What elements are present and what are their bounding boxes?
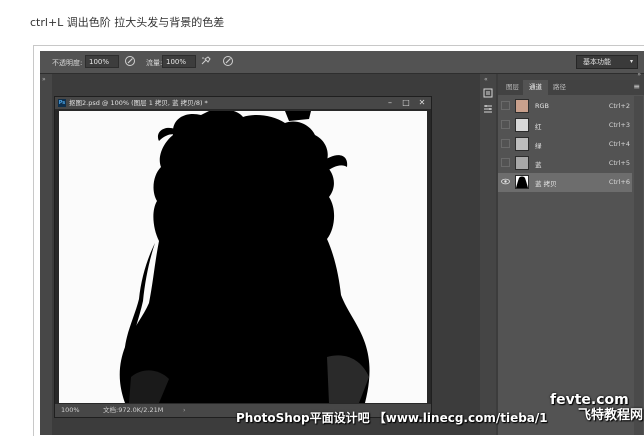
options-bar: 不透明度: 100% 流量: 100% 基本功能 ▾ [40, 51, 644, 74]
document-size: 文档:972.0K/2.21M [103, 406, 164, 414]
tab-layers[interactable]: 图层 [500, 80, 525, 95]
tab-channels[interactable]: 通道 [523, 80, 548, 95]
channel-shortcut: Ctrl+2 [608, 102, 630, 110]
pressure-size-icon[interactable] [222, 55, 234, 67]
flow-label: 流量: [146, 59, 163, 67]
workspace-label: 基本功能 [583, 58, 611, 66]
channel-row-blue-copy[interactable]: 蓝 拷贝 Ctrl+6 [498, 173, 632, 192]
visibility-toggle[interactable] [501, 158, 510, 167]
properties-panel-icon[interactable] [483, 104, 493, 114]
channels-panel: » 图层 通道 路径 ≡ RGB Ctrl+2 红 Ctrl+3 绿 Ctrl+… [498, 71, 644, 435]
channel-row-blue[interactable]: 蓝 Ctrl+5 [498, 154, 632, 173]
collapse-arrows-icon[interactable]: » [637, 71, 641, 78]
photoshop-window: 不透明度: 100% 流量: 100% 基本功能 ▾ » Ps 抠图2.psd … [40, 51, 644, 435]
eye-icon[interactable] [501, 177, 510, 186]
channel-name: RGB [535, 102, 550, 110]
channel-thumbnail [515, 99, 529, 113]
silhouette-image [59, 111, 427, 403]
article-caption: ctrl+L 调出色阶 拉大头发与背景的色差 [30, 16, 225, 29]
channel-thumbnail [515, 175, 529, 189]
channel-row-red[interactable]: 红 Ctrl+3 [498, 116, 632, 135]
panel-scrollbar[interactable] [634, 96, 643, 435]
channel-shortcut: Ctrl+6 [608, 178, 630, 186]
airbrush-icon[interactable] [200, 55, 212, 67]
image-canvas[interactable] [59, 111, 427, 403]
panel-tabs: 图层 通道 路径 ≡ [498, 80, 644, 95]
flow-dropdown[interactable]: 100% [162, 55, 196, 68]
zoom-level[interactable]: 100% [61, 404, 80, 417]
ps-file-icon: Ps [58, 99, 66, 107]
channel-name: 红 [535, 123, 542, 131]
visibility-toggle[interactable] [501, 120, 510, 129]
channel-name: 蓝 拷贝 [535, 180, 557, 188]
flow-value: 100% [166, 58, 187, 66]
channel-row-rgb[interactable]: RGB Ctrl+2 [498, 97, 632, 116]
channel-thumbnail [515, 156, 529, 170]
pressure-opacity-icon[interactable] [124, 55, 136, 67]
watermark-logo-bottom: 飞特教程网 [578, 408, 644, 423]
collapse-arrows-icon[interactable]: » [42, 76, 46, 83]
channel-shortcut: Ctrl+4 [608, 140, 630, 148]
top-strip [0, 0, 644, 6]
minimize-button[interactable]: – [383, 97, 397, 109]
opacity-label: 不透明度: [52, 59, 83, 67]
opacity-value: 100% [89, 58, 110, 66]
channel-shortcut: Ctrl+3 [608, 121, 630, 129]
history-panel-icon[interactable] [483, 88, 493, 98]
tools-gutter: » [40, 74, 52, 435]
maximize-button[interactable]: □ [399, 97, 413, 109]
chevron-down-icon: ▾ [629, 58, 633, 65]
channel-name: 蓝 [535, 161, 542, 169]
workspace-dropdown[interactable]: 基本功能 ▾ [576, 55, 638, 69]
channel-row-green[interactable]: 绿 Ctrl+4 [498, 135, 632, 154]
channel-shortcut: Ctrl+5 [608, 159, 630, 167]
panel-menu-icon[interactable]: ≡ [633, 83, 640, 91]
opacity-dropdown[interactable]: 100% [85, 55, 119, 68]
document-titlebar[interactable]: Ps 抠图2.psd @ 100% (图层 1 拷贝, 蓝 拷贝/8) * – … [55, 97, 431, 109]
tab-paths[interactable]: 路径 [547, 80, 572, 95]
channel-thumbnail [515, 118, 529, 132]
panel-dock: « [480, 74, 496, 435]
watermark-text: PhotoShop平面设计吧 【www.linecg.com/tieba/1 [236, 411, 548, 425]
document-window: Ps 抠图2.psd @ 100% (图层 1 拷贝, 蓝 拷贝/8) * – … [54, 96, 432, 418]
channel-thumbnail [515, 137, 529, 151]
visibility-toggle[interactable] [501, 101, 510, 110]
close-button[interactable]: ✕ [415, 97, 429, 109]
visibility-toggle[interactable] [501, 139, 510, 148]
document-title: 抠图2.psd @ 100% (图层 1 拷贝, 蓝 拷贝/8) * [69, 99, 208, 107]
collapse-arrows-icon[interactable]: « [484, 76, 488, 83]
channel-name: 绿 [535, 142, 542, 150]
status-arrow-icon[interactable]: › [183, 404, 186, 417]
